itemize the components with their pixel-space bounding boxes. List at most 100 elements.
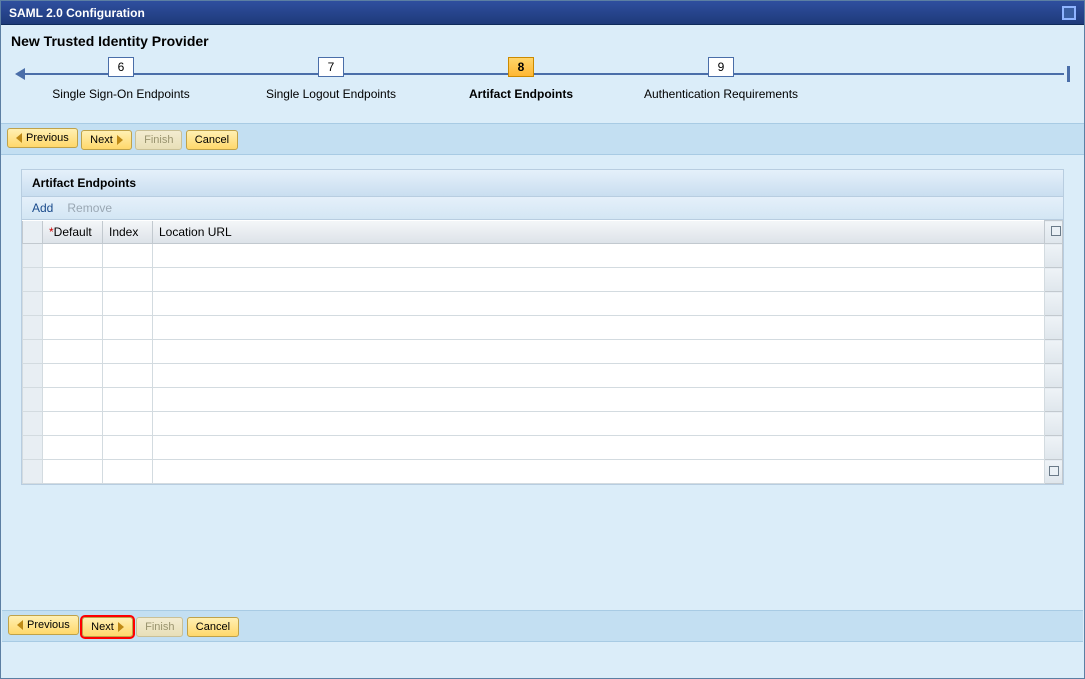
scroll-track[interactable] [1045,436,1063,460]
cell-index[interactable] [103,268,153,292]
row-selector[interactable] [23,364,43,388]
cell-location[interactable] [153,340,1045,364]
wizard-roadmap: 6 Single Sign-On Endpoints 7 Single Logo… [11,57,1074,117]
cell-index[interactable] [103,316,153,340]
select-all-header[interactable] [23,221,43,244]
row-selector[interactable] [23,412,43,436]
chevron-left-icon [16,133,22,143]
previous-button[interactable]: Previous [8,615,79,635]
cell-location[interactable] [153,244,1045,268]
restore-icon[interactable] [1062,6,1076,20]
table-row[interactable] [23,388,1063,412]
scroll-track[interactable] [1045,340,1063,364]
next-button[interactable]: Next [81,130,132,150]
cell-index[interactable] [103,364,153,388]
cell-index[interactable] [103,244,153,268]
table-row[interactable] [23,460,1063,484]
window-titlebar: SAML 2.0 Configuration [1,1,1084,25]
cell-index[interactable] [103,412,153,436]
row-selector[interactable] [23,268,43,292]
wizard-step-8[interactable]: 8 Artifact Endpoints [421,57,621,101]
cell-default[interactable] [43,292,103,316]
cell-index[interactable] [103,340,153,364]
scroll-track[interactable] [1045,364,1063,388]
wizard-step-number: 9 [708,57,734,77]
scroll-track[interactable] [1045,388,1063,412]
column-label: Default [54,225,92,239]
row-selector[interactable] [23,316,43,340]
wizard-step-7[interactable]: 7 Single Logout Endpoints [231,57,431,101]
button-bar-top: Previous Next Finish Cancel [1,123,1084,155]
column-header-default[interactable]: *Default [43,221,103,244]
panel-title: Artifact Endpoints [22,170,1063,197]
cell-location[interactable] [153,316,1045,340]
button-label: Previous [27,616,70,634]
wizard-step-label: Single Sign-On Endpoints [21,87,221,101]
cell-location[interactable] [153,412,1045,436]
table-row[interactable] [23,436,1063,460]
cell-location[interactable] [153,268,1045,292]
cell-default[interactable] [43,436,103,460]
wizard-step-6[interactable]: 6 Single Sign-On Endpoints [21,57,221,101]
cell-default[interactable] [43,460,103,484]
table-row[interactable] [23,316,1063,340]
table-row[interactable] [23,412,1063,436]
row-selector[interactable] [23,292,43,316]
cell-default[interactable] [43,388,103,412]
table-row[interactable] [23,244,1063,268]
wizard-step-label: Artifact Endpoints [421,87,621,101]
panel-toolbar: Add Remove [22,197,1063,220]
row-selector[interactable] [23,244,43,268]
table-row[interactable] [23,292,1063,316]
scroll-track[interactable] [1045,268,1063,292]
add-button[interactable]: Add [32,201,53,215]
button-label: Finish [145,618,174,636]
cell-index[interactable] [103,388,153,412]
cell-location[interactable] [153,364,1045,388]
cell-location[interactable] [153,292,1045,316]
table-row[interactable] [23,340,1063,364]
cell-index[interactable] [103,460,153,484]
button-label: Finish [144,131,173,149]
cell-default[interactable] [43,316,103,340]
chevron-left-icon [17,620,23,630]
cell-location[interactable] [153,436,1045,460]
cell-index[interactable] [103,436,153,460]
cell-index[interactable] [103,292,153,316]
cancel-button[interactable]: Cancel [187,617,239,637]
column-header-index[interactable]: Index [103,221,153,244]
previous-button[interactable]: Previous [7,128,78,148]
cell-location[interactable] [153,460,1045,484]
remove-button: Remove [67,201,112,215]
table-row[interactable] [23,364,1063,388]
scroll-up-button[interactable] [1045,221,1063,244]
button-label: Previous [26,129,69,147]
cell-default[interactable] [43,244,103,268]
artifact-endpoints-panel: Artifact Endpoints Add Remove *Default I… [21,169,1064,485]
table-row[interactable] [23,268,1063,292]
scroll-track[interactable] [1045,244,1063,268]
window-title: SAML 2.0 Configuration [9,1,145,25]
next-button[interactable]: Next [82,617,133,637]
cell-default[interactable] [43,340,103,364]
scroll-down-button[interactable] [1045,460,1063,484]
cell-default[interactable] [43,268,103,292]
row-selector[interactable] [23,340,43,364]
wizard-step-number: 7 [318,57,344,77]
wizard-step-9[interactable]: 9 Authentication Requirements [621,57,821,101]
row-selector[interactable] [23,436,43,460]
scroll-track[interactable] [1045,292,1063,316]
cancel-button[interactable]: Cancel [186,130,238,150]
wizard-step-number: 6 [108,57,134,77]
cell-default[interactable] [43,412,103,436]
row-selector[interactable] [23,388,43,412]
column-label: Location URL [159,225,232,239]
scroll-track[interactable] [1045,412,1063,436]
finish-button: Finish [136,617,183,637]
column-header-location[interactable]: Location URL [153,221,1045,244]
scroll-track[interactable] [1045,316,1063,340]
row-selector[interactable] [23,460,43,484]
button-label: Cancel [195,131,229,149]
cell-default[interactable] [43,364,103,388]
cell-location[interactable] [153,388,1045,412]
